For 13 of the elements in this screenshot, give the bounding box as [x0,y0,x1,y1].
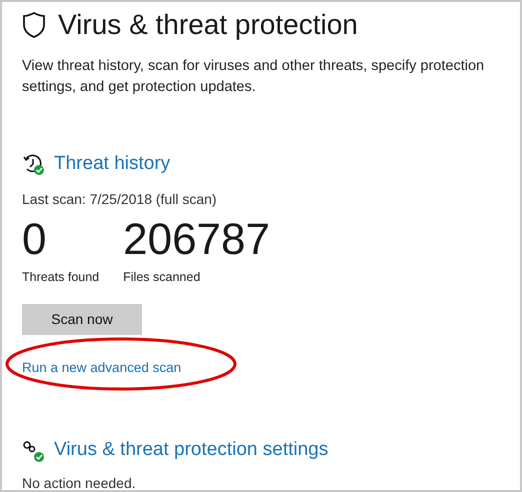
page-title: Virus & threat protection [58,8,358,42]
scan-now-button[interactable]: Scan now [22,304,142,336]
section-heading[interactable]: Threat history [54,150,170,178]
stat-label: Files scanned [123,268,202,286]
section-heading[interactable]: Virus & threat protection settings [54,436,328,465]
stat-label: Threats found [22,268,100,286]
page-description: View threat history, scan for viruses and other threats, specify protection settings, and get protection updates. [22,57,486,97]
last-scan-text: Last scan: 7/25/2018 (full scan) [22,190,218,209]
settings-status: No action needed. [22,474,137,490]
shield-icon [22,11,46,39]
stat-value: 0 [22,214,48,266]
clock-check-icon [22,153,44,176]
stat-value: 206787 [123,214,270,266]
